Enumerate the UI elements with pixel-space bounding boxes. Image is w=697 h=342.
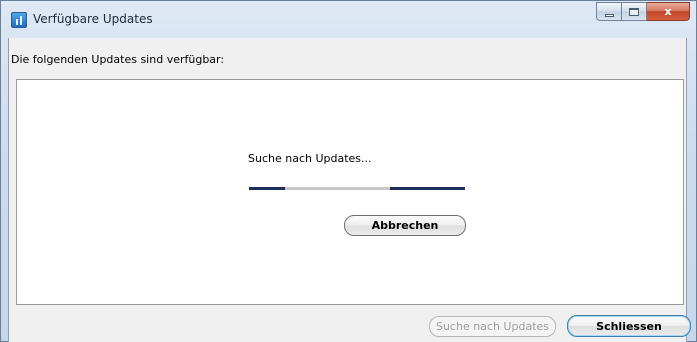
- search-progress-bar: [249, 187, 465, 190]
- close-button[interactable]: Schliessen: [567, 315, 691, 337]
- updates-heading: Die folgenden Updates sind verfügbar:: [11, 53, 225, 66]
- minimize-button[interactable]: [596, 2, 622, 21]
- search-updates-button[interactable]: Suche nach Updates: [429, 316, 556, 337]
- app-updates-icon: [11, 12, 27, 28]
- search-status-text: Suche nach Updates...: [248, 152, 372, 165]
- close-icon: x: [664, 5, 672, 18]
- minimize-icon: [605, 14, 614, 17]
- maximize-button[interactable]: [622, 2, 647, 21]
- updates-list-panel: [16, 79, 684, 305]
- caption-buttons: x: [596, 2, 690, 22]
- progress-marquee-segment: [390, 187, 465, 190]
- cancel-button[interactable]: Abbrechen: [344, 215, 466, 236]
- window-title: Verfügbare Updates: [33, 12, 153, 26]
- maximize-icon: [629, 8, 639, 16]
- progress-marquee-segment: [249, 187, 285, 190]
- close-window-button[interactable]: x: [647, 2, 690, 21]
- title-bar[interactable]: Verfügbare Updates x: [1, 1, 696, 39]
